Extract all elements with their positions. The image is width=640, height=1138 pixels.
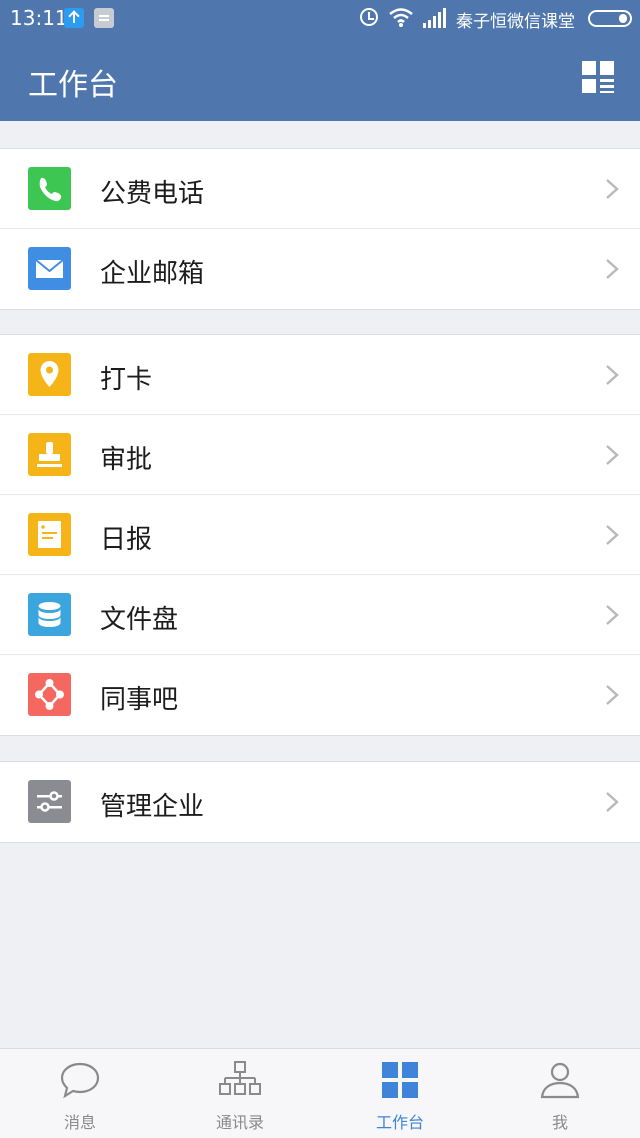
chevron-right-icon xyxy=(606,365,619,385)
tab-label: 工作台 xyxy=(375,1113,424,1132)
battery-icon xyxy=(588,10,632,27)
mail-icon xyxy=(28,247,71,290)
tab-workbench[interactable]: 工作台 xyxy=(320,1049,480,1138)
menu-group-admin: 管理企业 xyxy=(0,761,640,843)
person-icon xyxy=(540,1062,580,1099)
wifi-icon xyxy=(389,8,413,27)
layout-grid-button[interactable] xyxy=(582,61,614,93)
location-pin-icon xyxy=(28,353,71,396)
menu-item-public-phone[interactable]: 公费电话 xyxy=(0,149,640,229)
title-bar: 工作台 xyxy=(0,36,640,121)
carrier-name: 秦子恒微信课堂 xyxy=(456,12,575,32)
menu-item-label: 文件盘 xyxy=(100,605,179,635)
tab-me[interactable]: 我 xyxy=(480,1049,640,1138)
chevron-right-icon xyxy=(606,792,619,812)
menu-group-work: 打卡 审批 日报 文件盘 同事吧 xyxy=(0,334,640,736)
colleague-icon xyxy=(28,673,71,716)
menu-item-approval[interactable]: 审批 xyxy=(0,415,640,495)
menu-item-file-drive[interactable]: 文件盘 xyxy=(0,575,640,655)
page-title: 工作台 xyxy=(28,68,118,103)
tab-messages[interactable]: 消息 xyxy=(0,1049,160,1138)
org-chart-icon xyxy=(219,1061,261,1095)
grid-icon xyxy=(382,1062,418,1098)
chevron-right-icon xyxy=(606,605,619,625)
menu-item-label: 企业邮箱 xyxy=(100,259,205,289)
menu-item-label: 审批 xyxy=(100,445,153,475)
menu-group-communication: 公费电话 企业邮箱 xyxy=(0,148,640,310)
message-notification-icon xyxy=(94,8,114,28)
status-time: 13:11 xyxy=(10,6,68,30)
phone-icon xyxy=(28,167,71,210)
menu-item-label: 公费电话 xyxy=(100,179,205,209)
chevron-right-icon xyxy=(606,445,619,465)
settings-sliders-icon xyxy=(28,780,71,823)
database-icon xyxy=(28,593,71,636)
signal-icon xyxy=(423,8,446,28)
tab-label: 通讯录 xyxy=(215,1113,264,1132)
menu-item-label: 打卡 xyxy=(100,365,153,395)
chevron-right-icon xyxy=(606,179,619,199)
chevron-right-icon xyxy=(606,685,619,705)
report-icon xyxy=(28,513,71,556)
alarm-icon xyxy=(360,8,378,26)
menu-item-check-in[interactable]: 打卡 xyxy=(0,335,640,415)
menu-item-label: 管理企业 xyxy=(100,792,205,822)
menu-item-colleague-forum[interactable]: 同事吧 xyxy=(0,655,640,735)
tab-label: 消息 xyxy=(63,1113,96,1132)
stamp-icon xyxy=(28,433,71,476)
chat-bubble-icon xyxy=(60,1062,100,1099)
menu-item-enterprise-mail[interactable]: 企业邮箱 xyxy=(0,229,640,309)
menu-item-label: 日报 xyxy=(100,525,153,555)
status-bar: 13:11 秦子恒微信课堂 xyxy=(0,0,640,36)
chevron-right-icon xyxy=(606,525,619,545)
upload-notification-icon xyxy=(64,8,84,28)
menu-item-daily-report[interactable]: 日报 xyxy=(0,495,640,575)
menu-item-manage-enterprise[interactable]: 管理企业 xyxy=(0,762,640,842)
menu-item-label: 同事吧 xyxy=(100,685,179,715)
tab-label: 我 xyxy=(551,1113,568,1132)
chevron-right-icon xyxy=(606,259,619,279)
tab-contacts[interactable]: 通讯录 xyxy=(160,1049,320,1138)
bottom-tab-bar: 消息 通讯录 工作台 我 xyxy=(0,1048,640,1138)
